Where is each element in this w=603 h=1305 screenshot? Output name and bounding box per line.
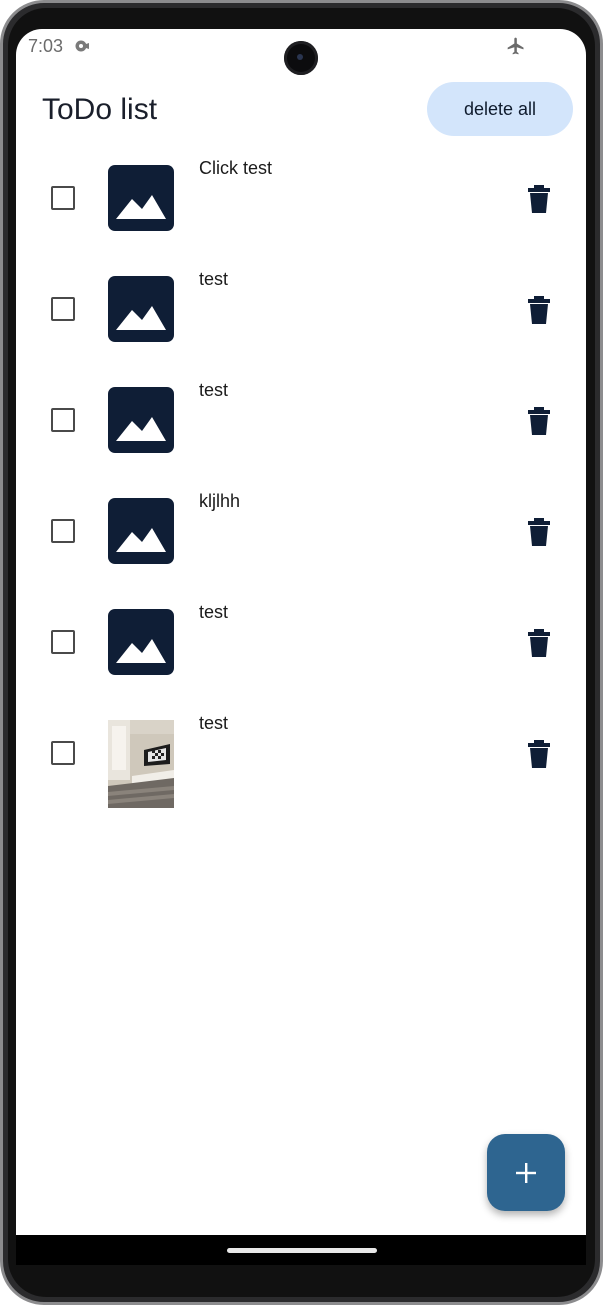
list-item: kljlhh	[16, 473, 586, 584]
list-item: test	[16, 695, 586, 808]
trash-icon[interactable]	[526, 518, 552, 546]
list-item: test	[16, 251, 586, 362]
placeholder-image-icon	[108, 498, 174, 564]
app-screen: 7:03 ToDo list delete all Click test tes…	[16, 29, 586, 1235]
list-item: Click test	[16, 140, 586, 251]
checkbox[interactable]	[51, 297, 75, 321]
item-label: test	[199, 380, 229, 400]
item-label: Click test	[199, 158, 273, 178]
page-title: ToDo list	[42, 93, 158, 126]
placeholder-image-icon	[108, 276, 174, 342]
home-indicator[interactable]	[227, 1248, 377, 1253]
checkbox[interactable]	[51, 741, 75, 765]
item-label: test	[199, 602, 229, 622]
trash-icon[interactable]	[526, 296, 552, 324]
status-time: 7:03	[28, 36, 64, 56]
item-label: kljlhh	[199, 491, 241, 511]
checkbox[interactable]	[51, 186, 75, 210]
checkbox[interactable]	[51, 630, 75, 654]
navigation-bar	[16, 1235, 586, 1265]
add-todo-button[interactable]	[487, 1134, 565, 1211]
placeholder-image-icon	[108, 609, 174, 675]
notification-icon	[75, 40, 89, 52]
list-item: test	[16, 584, 586, 695]
room-photo	[108, 720, 174, 808]
checkbox[interactable]	[51, 408, 75, 432]
plus-icon	[516, 1162, 536, 1183]
airplane-icon	[507, 37, 524, 55]
list-item: test	[16, 362, 586, 473]
trash-icon[interactable]	[526, 407, 552, 435]
trash-icon[interactable]	[526, 185, 552, 213]
placeholder-image-icon	[108, 387, 174, 453]
front-camera	[284, 41, 318, 75]
trash-icon[interactable]	[526, 629, 552, 657]
item-label: test	[199, 713, 229, 733]
checkbox[interactable]	[51, 519, 75, 543]
delete-all-button[interactable]: delete all	[427, 82, 573, 136]
item-label: test	[199, 269, 229, 289]
trash-icon[interactable]	[526, 740, 552, 768]
placeholder-image-icon	[108, 165, 174, 231]
